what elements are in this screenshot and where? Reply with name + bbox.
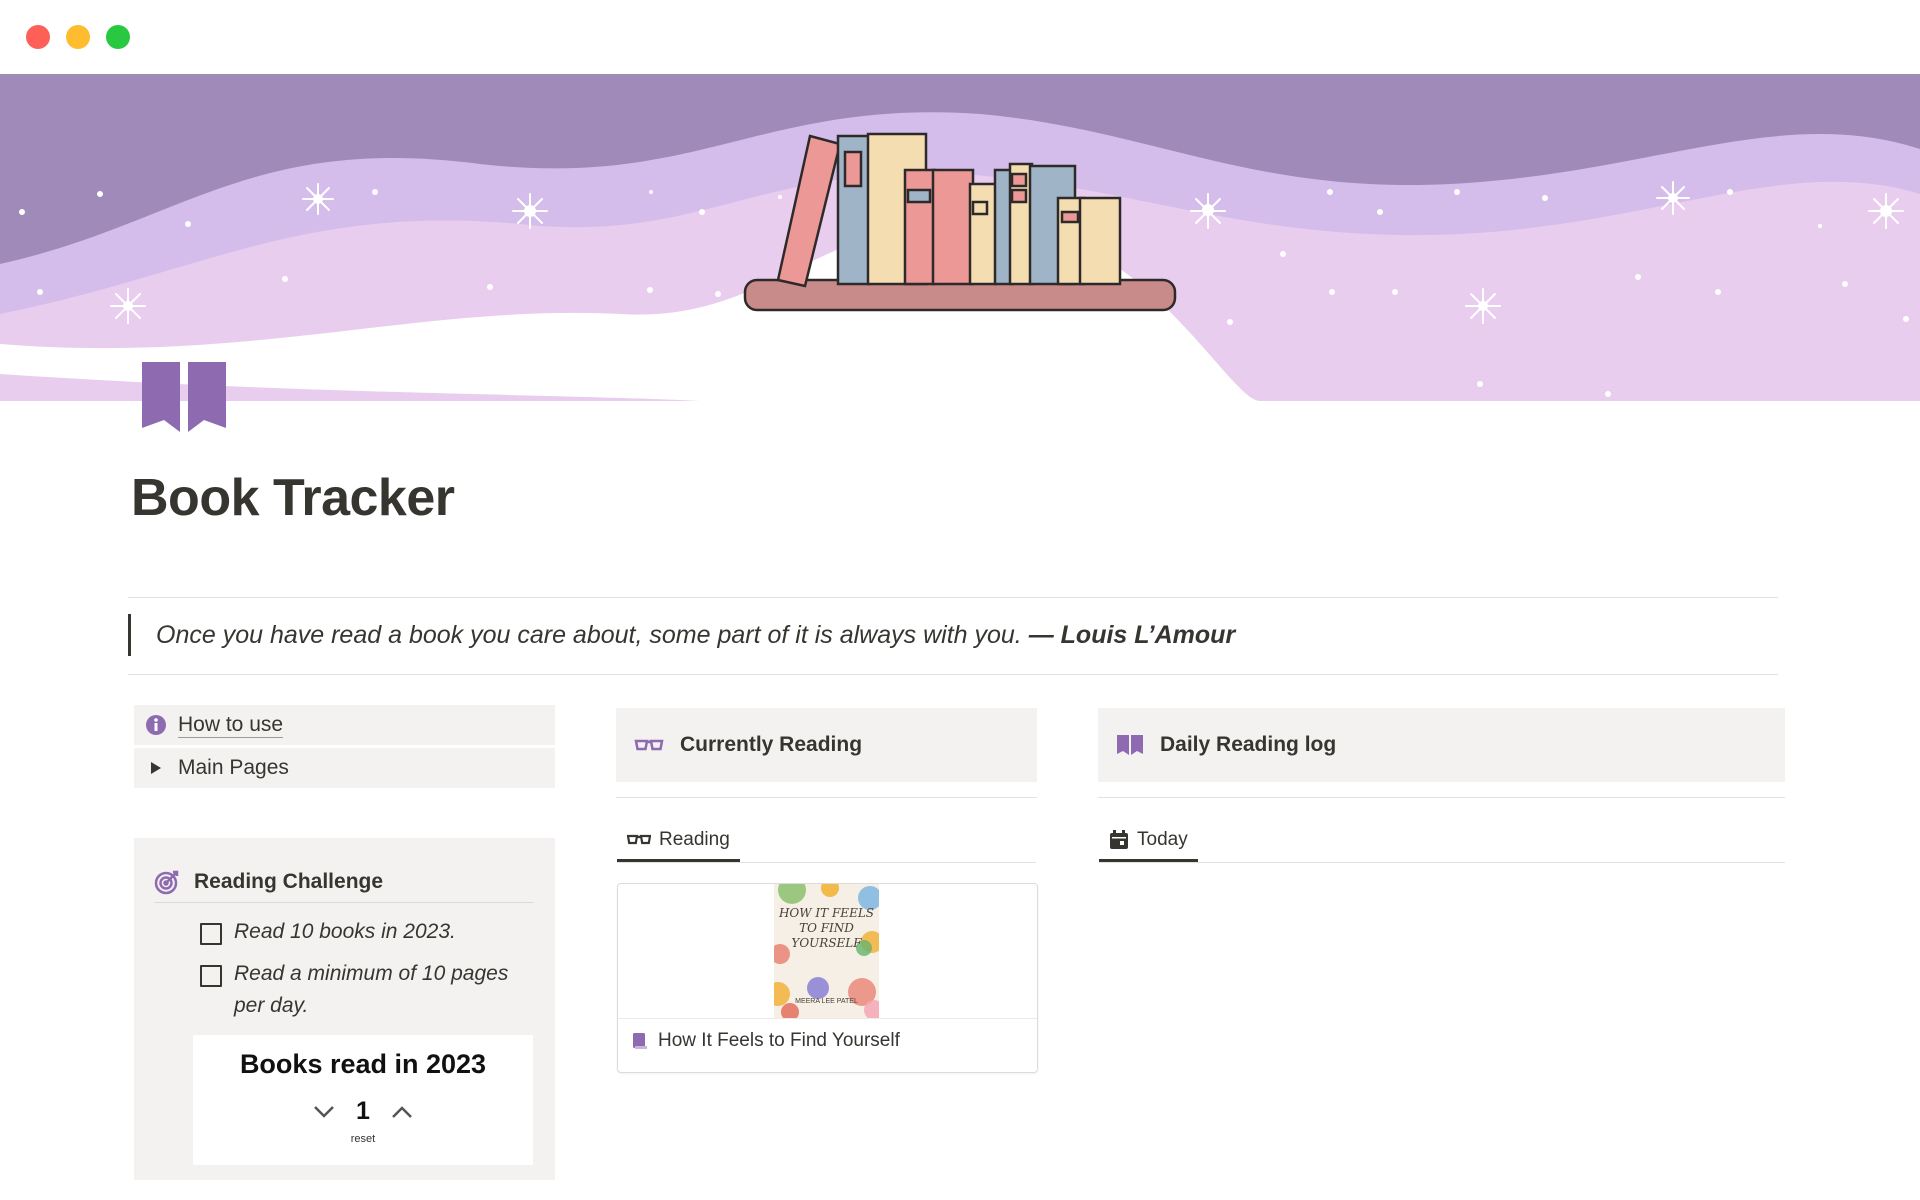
target-icon	[154, 869, 180, 895]
books-read-counter: Books read in 2023 1 reset	[193, 1035, 533, 1165]
tab-today[interactable]: Today	[1099, 820, 1198, 862]
tab-reading[interactable]: Reading	[617, 820, 740, 862]
counter-reset-button[interactable]: reset	[193, 1133, 533, 1145]
counter-controls: 1	[193, 1097, 533, 1126]
counter-value: 1	[356, 1097, 370, 1125]
tab-reading-label: Reading	[659, 828, 730, 850]
how-to-use-label: How to use	[178, 712, 284, 738]
book-cover-author: MEERA LEE PATEL	[795, 998, 858, 1005]
currently-reading-callout[interactable]: Currently Reading	[616, 708, 1037, 782]
divider	[617, 862, 1036, 863]
divider	[128, 597, 1778, 598]
calendar-icon	[1109, 829, 1129, 850]
main-pages-toggle[interactable]: Main Pages	[134, 748, 555, 788]
daily-reading-log-heading: Daily Reading log	[1160, 733, 1337, 756]
tab-today-label: Today	[1137, 828, 1188, 850]
book-card-cover: HOW IT FEELS TO FIND YOURSELF MEERA LEE …	[618, 884, 1037, 1019]
todo-text[interactable]: Read 10 books in 2023.	[234, 916, 456, 948]
main-pages-label: Main Pages	[178, 756, 289, 779]
divider	[128, 674, 1778, 675]
close-window-button[interactable]	[26, 25, 50, 49]
book-icon	[1116, 734, 1144, 756]
counter-title: Books read in 2023	[239, 1049, 487, 1079]
triangle-right-icon[interactable]	[142, 761, 170, 775]
daily-reading-log-callout[interactable]: Daily Reading log	[1098, 708, 1785, 782]
todo-checkbox[interactable]	[200, 965, 222, 987]
todo-item: Read 10 books in 2023.	[200, 916, 456, 948]
book-cover-title: HOW IT FEELS TO FIND YOURSELF	[778, 906, 875, 950]
reading-challenge-callout: Reading Challenge Read 10 books in 2023.…	[134, 838, 555, 1180]
glasses-icon	[634, 738, 664, 752]
book-icon	[632, 1032, 648, 1050]
quote-block[interactable]: Once you have read a book you care about…	[128, 614, 1235, 656]
divider	[1099, 862, 1785, 863]
todo-checkbox[interactable]	[200, 923, 222, 945]
todo-text[interactable]: Read a minimum of 10 pages per day.	[234, 958, 540, 1022]
window-titlebar	[0, 0, 1920, 74]
reading-challenge-heading: Reading Challenge	[154, 862, 534, 903]
divider	[1098, 797, 1785, 798]
page-title[interactable]: Book Tracker	[131, 468, 455, 528]
book-cover-image: HOW IT FEELS TO FIND YOURSELF MEERA LEE …	[774, 884, 879, 1018]
cover-illustration	[0, 74, 1920, 401]
book-title: How It Feels to Find Yourself	[658, 1030, 900, 1051]
chevron-down-icon[interactable]	[311, 1099, 337, 1125]
todo-item: Read a minimum of 10 pages per day.	[200, 958, 540, 1022]
info-icon	[142, 714, 170, 736]
how-to-use-link[interactable]: How to use	[134, 705, 555, 745]
glasses-icon	[627, 834, 651, 846]
chevron-up-icon[interactable]	[389, 1099, 415, 1125]
quote-author: — Louis L’Amour	[1028, 621, 1236, 649]
book-card-title[interactable]: How It Feels to Find Yourself	[632, 1030, 900, 1052]
maximize-window-button[interactable]	[106, 25, 130, 49]
divider	[616, 797, 1037, 798]
book-card[interactable]: HOW IT FEELS TO FIND YOURSELF MEERA LEE …	[617, 883, 1038, 1073]
currently-reading-heading: Currently Reading	[680, 733, 863, 756]
minimize-window-button[interactable]	[66, 25, 90, 49]
reading-challenge-title: Reading Challenge	[194, 870, 384, 893]
book-icon[interactable]	[140, 362, 228, 438]
quote-text: Once you have read a book you care about…	[156, 621, 1022, 649]
page-cover[interactable]	[0, 74, 1920, 401]
